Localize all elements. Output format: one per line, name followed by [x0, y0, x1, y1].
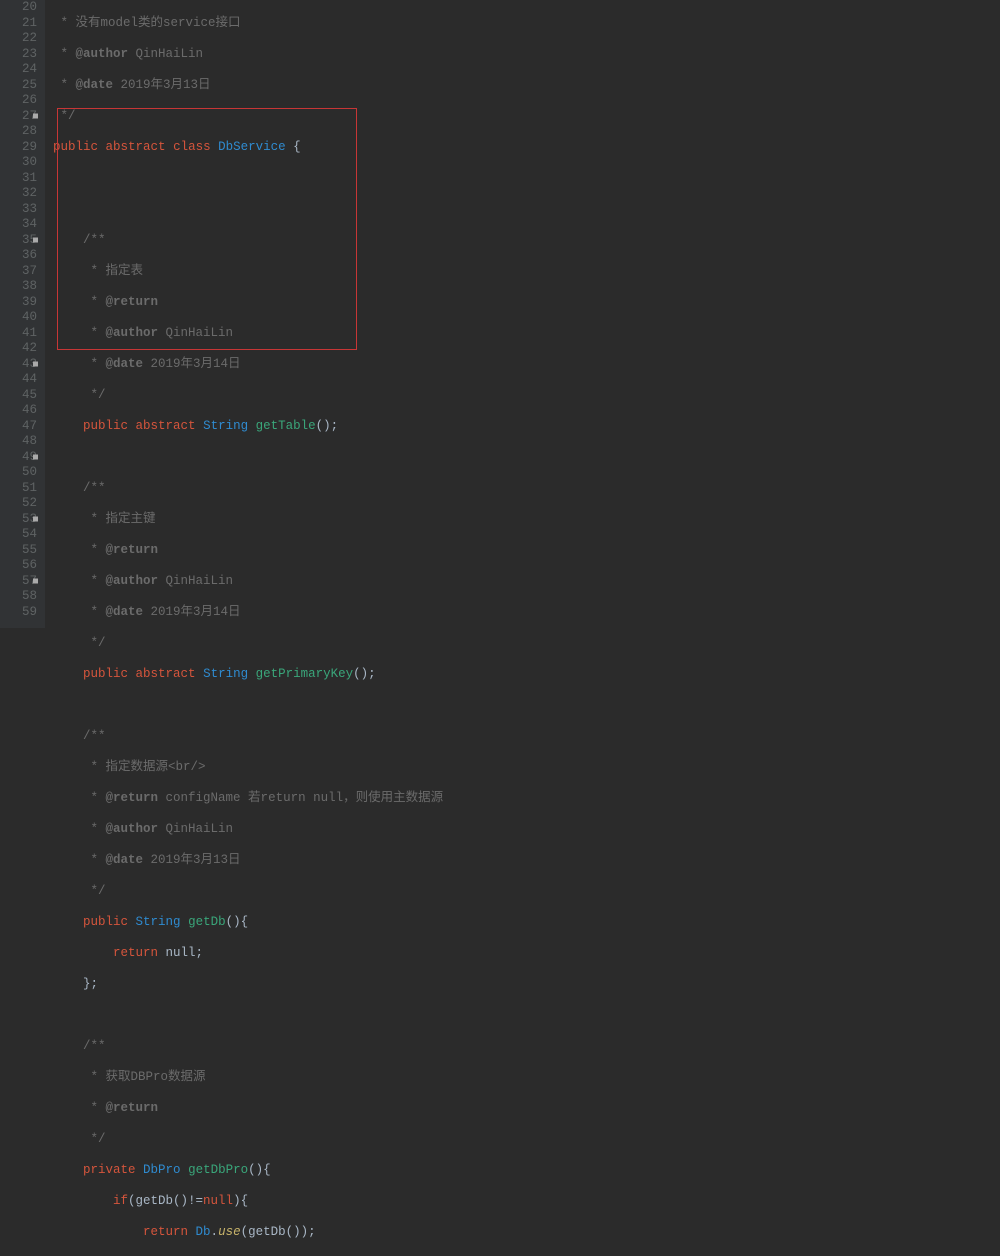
line-number: 31 — [0, 171, 37, 187]
line-number: 35 — [0, 233, 37, 249]
line-number: 57 — [0, 574, 37, 590]
code-line: */ — [53, 884, 1000, 900]
line-number: 50 — [0, 465, 37, 481]
code-line: * @return — [53, 543, 1000, 559]
code-line: * 指定表 — [53, 264, 1000, 280]
code-line — [53, 698, 1000, 714]
code-line: /** — [53, 481, 1000, 497]
line-number: 59 — [0, 605, 37, 621]
line-number: 33 — [0, 202, 37, 218]
code-line: /** — [53, 233, 1000, 249]
line-number: 42 — [0, 341, 37, 357]
line-number: 56 — [0, 558, 37, 574]
line-number: 39 — [0, 295, 37, 311]
code-line — [53, 171, 1000, 187]
line-number: 20 — [0, 0, 37, 16]
code-line — [53, 202, 1000, 218]
line-number: 43 — [0, 357, 37, 373]
code-line: }; — [53, 977, 1000, 993]
line-number: 52 — [0, 496, 37, 512]
code-line: */ — [53, 1132, 1000, 1148]
line-number: 58 — [0, 589, 37, 605]
line-number: 22 — [0, 31, 37, 47]
line-number: 40 — [0, 310, 37, 326]
code-line: /** — [53, 1039, 1000, 1055]
line-number: 21 — [0, 16, 37, 32]
code-line: public abstract String getTable(); — [53, 419, 1000, 435]
line-number: 24 — [0, 62, 37, 78]
line-number-gutter: 20 21 22 23 24 25 26 27 28 29 30 31 32 3… — [0, 0, 45, 628]
line-number: 27 — [0, 109, 37, 125]
code-line: * @author QinHaiLin — [53, 822, 1000, 838]
line-number: 28 — [0, 124, 37, 140]
line-number: 53 — [0, 512, 37, 528]
code-line: * 获取DBPro数据源 — [53, 1070, 1000, 1086]
line-number: 46 — [0, 403, 37, 419]
code-line — [53, 450, 1000, 466]
line-number: 44 — [0, 372, 37, 388]
line-number: 51 — [0, 481, 37, 497]
code-line: return Db.use(getDb()); — [53, 1225, 1000, 1241]
code-line — [53, 1008, 1000, 1024]
code-line: * @return configName 若return null，则使用主数据… — [53, 791, 1000, 807]
code-line: /** — [53, 729, 1000, 745]
line-number: 23 — [0, 47, 37, 63]
line-number: 25 — [0, 78, 37, 94]
line-number: 41 — [0, 326, 37, 342]
line-number: 38 — [0, 279, 37, 295]
code-line: if(getDb()!=null){ — [53, 1194, 1000, 1210]
code-line: * @date 2019年3月13日 — [53, 853, 1000, 869]
code-line: * 指定主键 — [53, 512, 1000, 528]
line-number: 34 — [0, 217, 37, 233]
line-number: 29 — [0, 140, 37, 156]
line-number: 47 — [0, 419, 37, 435]
code-line: * 指定数据源<br/> — [53, 760, 1000, 776]
line-number: 48 — [0, 434, 37, 450]
code-line: * @return — [53, 1101, 1000, 1117]
code-line: public abstract String getPrimaryKey(); — [53, 667, 1000, 683]
code-line: * @date 2019年3月14日 — [53, 357, 1000, 373]
code-line: public String getDb(){ — [53, 915, 1000, 931]
line-number: 30 — [0, 155, 37, 171]
line-number: 49 — [0, 450, 37, 466]
code-line: */ — [53, 109, 1000, 125]
code-line: * @return — [53, 295, 1000, 311]
code-line: * @author QinHaiLin — [53, 326, 1000, 342]
code-line: * 没有model类的service接口 — [53, 16, 1000, 32]
line-number: 26 — [0, 93, 37, 109]
code-editor[interactable]: 20 21 22 23 24 25 26 27 28 29 30 31 32 3… — [0, 0, 1000, 628]
line-number: 32 — [0, 186, 37, 202]
code-area[interactable]: * 没有model类的service接口 * @author QinHaiLin… — [45, 0, 1000, 628]
code-line: return null; — [53, 946, 1000, 962]
code-line: * @date 2019年3月14日 — [53, 605, 1000, 621]
line-number: 55 — [0, 543, 37, 559]
code-line: * @date 2019年3月13日 — [53, 78, 1000, 94]
line-number: 37 — [0, 264, 37, 280]
code-line: */ — [53, 388, 1000, 404]
code-line: public abstract class DbService { — [53, 140, 1000, 156]
line-number: 36 — [0, 248, 37, 264]
line-number: 45 — [0, 388, 37, 404]
line-number: 54 — [0, 527, 37, 543]
code-line: * @author QinHaiLin — [53, 47, 1000, 63]
code-line: * @author QinHaiLin — [53, 574, 1000, 590]
code-line: */ — [53, 636, 1000, 652]
code-line: private DbPro getDbPro(){ — [53, 1163, 1000, 1179]
